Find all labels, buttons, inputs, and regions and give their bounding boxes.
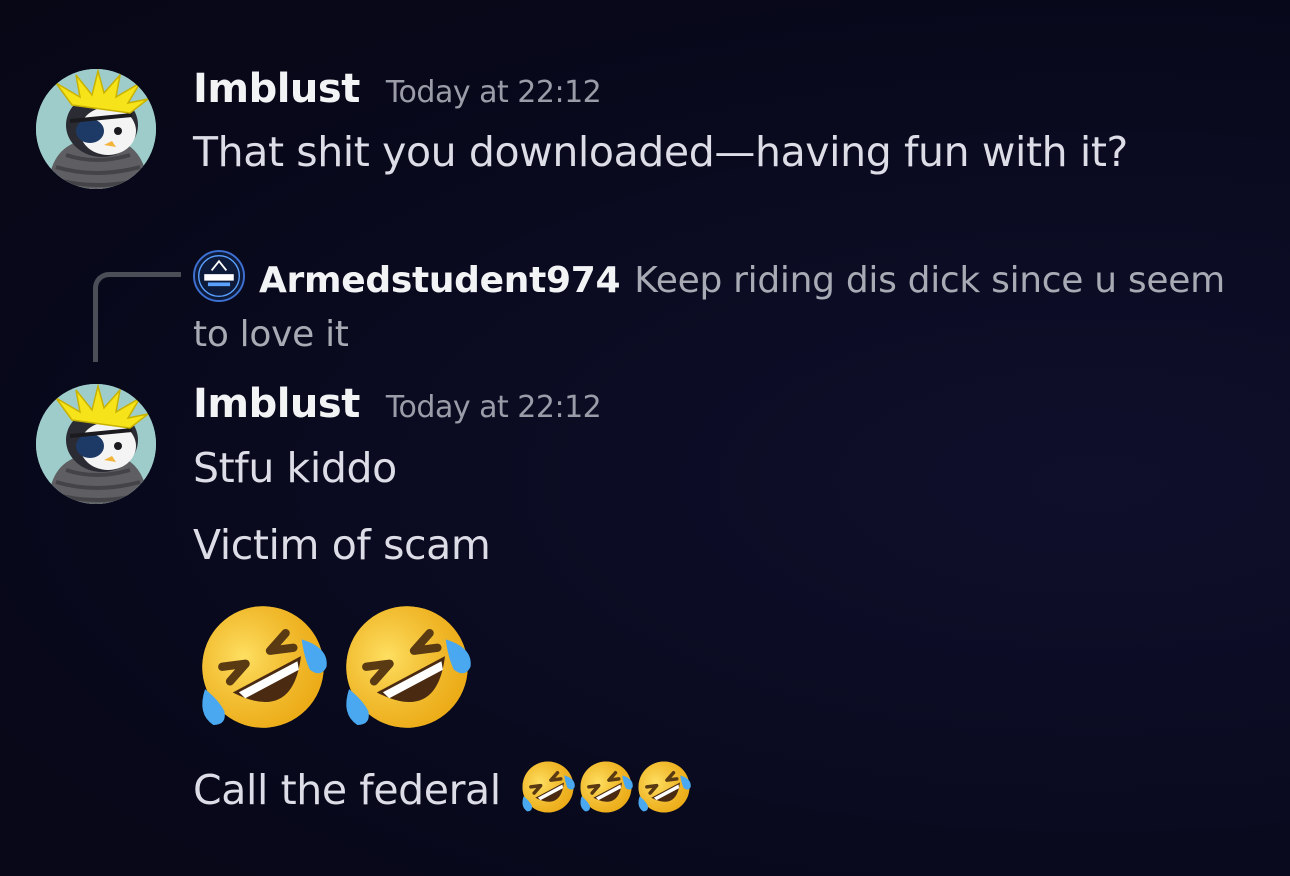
rolling-on-floor-laughing-emoji-icon	[577, 758, 635, 816]
author-avatar[interactable]	[36, 69, 156, 189]
message-text: Victim of scam	[193, 521, 491, 569]
penguin-avatar-icon	[36, 384, 156, 504]
penguin-avatar-icon	[36, 69, 156, 189]
rolling-on-floor-laughing-emoji-icon	[635, 758, 693, 816]
message-header: Imblust Today at 22:12	[193, 66, 602, 114]
rolling-on-floor-laughing-emoji-icon	[519, 758, 577, 816]
username[interactable]: Imblust	[193, 381, 360, 427]
chat-area: Imblust Today at 22:12 That shit you dow…	[0, 0, 1290, 876]
rolling-on-floor-laughing-emoji-icon	[194, 598, 332, 736]
message-text: Call the federal	[193, 766, 501, 814]
reply-spine	[93, 272, 181, 362]
author-avatar[interactable]	[36, 384, 156, 504]
reply-username[interactable]: Armedstudent974	[259, 260, 621, 301]
message-text-with-emojis: Call the federal	[193, 758, 693, 816]
timestamp: Today at 22:12	[385, 390, 602, 425]
reply-preview[interactable]: Armedstudent974 Keep riding dis dick sinc…	[193, 254, 1253, 362]
message-header: Imblust Today at 22:12	[193, 381, 602, 429]
message-text: Stfu kiddo	[193, 444, 397, 492]
username[interactable]: Imblust	[193, 66, 360, 112]
rolling-on-floor-laughing-emoji-icon	[338, 598, 476, 736]
timestamp: Today at 22:12	[385, 75, 602, 110]
message-text: That shit you downloaded—having fun with…	[193, 128, 1128, 176]
